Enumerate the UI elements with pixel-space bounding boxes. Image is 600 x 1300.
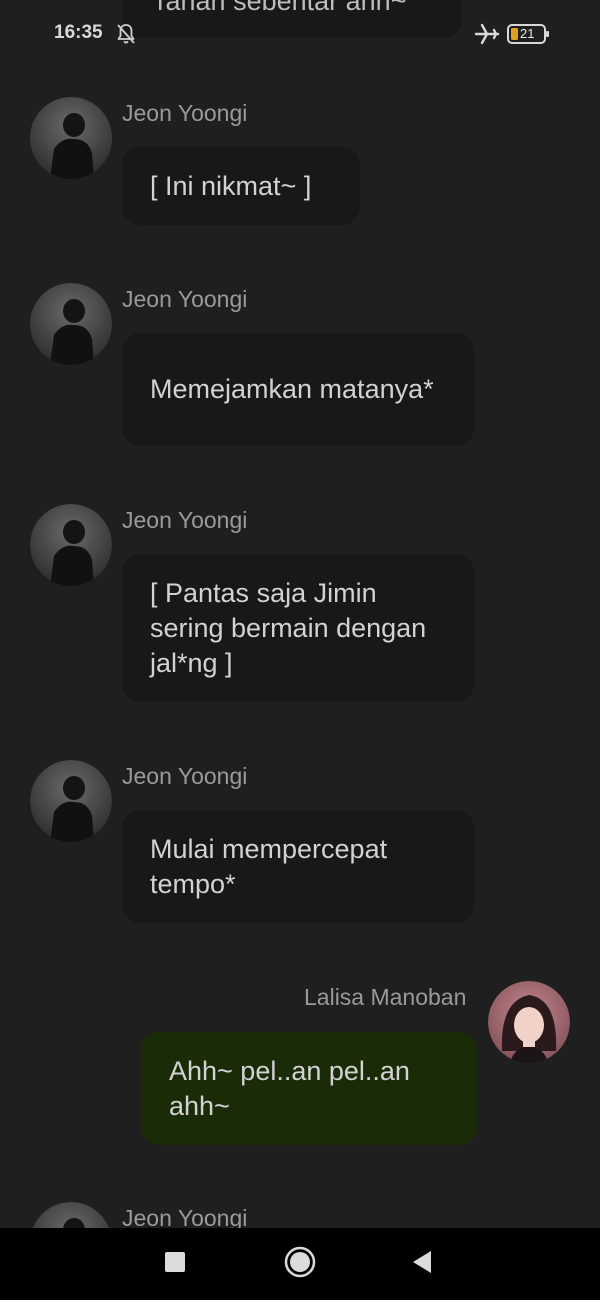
message-bubble[interactable]: Mulai mempercepat tempo* [122,810,474,923]
message-bubble[interactable]: [ Pantas saja Jimin sering bermain denga… [122,554,474,702]
navigation-bar [0,1228,600,1300]
message-text: [ Pantas saja Jimin sering bermain denga… [150,577,427,678]
message-bubble[interactable]: [ Ini nikmat~ ] [122,147,360,225]
avatar[interactable] [30,283,112,365]
avatar[interactable] [30,97,112,179]
home-icon [284,1246,316,1283]
sender-name: Jeon Yoongi [122,100,248,126]
message-text: [ Ini nikmat~ ] [150,170,312,201]
message-bubble[interactable]: Ahh~ pel..an pel..an ahh~ [141,1032,477,1145]
message-bubble[interactable]: Memejamkan matanya* [122,333,474,446]
bell-off-icon [114,22,138,51]
status-bar: 16:35 21 [0,0,600,68]
avatar[interactable] [488,981,570,1063]
battery-level: 21 [520,26,535,41]
avatar[interactable] [30,1202,112,1228]
message-text: Mulai mempercepat tempo* [150,833,388,899]
back-button[interactable] [397,1228,447,1300]
message-text: Memejamkan matanya* [150,374,434,404]
home-button[interactable] [275,1228,325,1300]
sender-name: Jeon Yoongi [122,286,248,312]
avatar[interactable] [30,504,112,586]
recents-button[interactable] [150,1228,200,1300]
sender-name: Lalisa Manoban [304,984,467,1010]
status-time: 16:35 [54,22,103,43]
sender-name: Jeon Yoongi [122,1205,248,1228]
recents-icon [164,1251,186,1278]
airplane-icon [474,22,500,51]
chat-screen: Tahan sebentar ahh~ 16:35 21 Jeon Yoongi… [0,0,600,1228]
message-text: Ahh~ pel..an pel..an ahh~ [169,1055,410,1121]
battery-icon: 21 [507,23,551,50]
back-icon [411,1250,433,1279]
sender-name: Jeon Yoongi [122,763,248,789]
avatar[interactable] [30,760,112,842]
sender-name: Jeon Yoongi [122,507,248,533]
